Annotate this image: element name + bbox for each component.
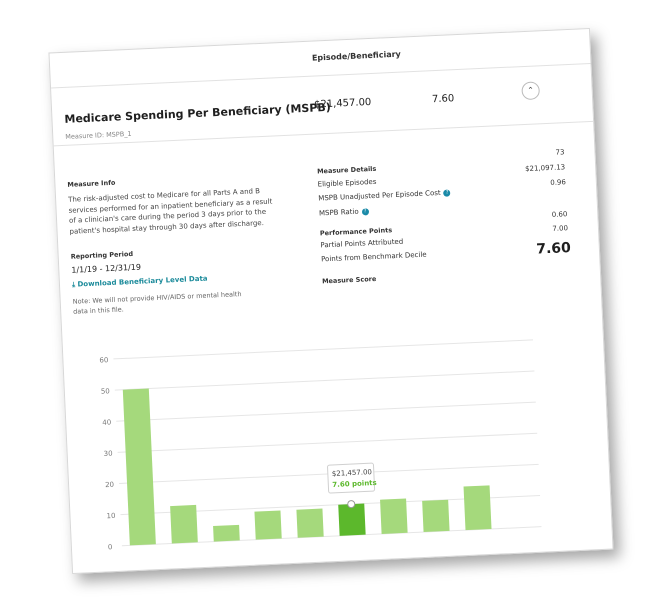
- gridline: [117, 432, 538, 453]
- y-tick-label: 50: [101, 387, 110, 395]
- y-tick-label: 20: [105, 481, 114, 489]
- measure-details-label: Measure Details: [316, 164, 377, 176]
- column-header-episode: Episode/Beneficiary: [311, 49, 401, 63]
- chart-bar-3[interactable]: [213, 524, 240, 542]
- measure-title: Medicare Spending Per Beneficiary (MSPB): [64, 100, 332, 126]
- mspb-card: Episode/Beneficiary Medicare Spending Pe…: [48, 27, 614, 575]
- chart-bar-9[interactable]: [463, 485, 492, 531]
- mspb-ratio-label: MSPB Ratio: [318, 207, 359, 218]
- divider: [53, 120, 594, 147]
- performance-points-label: Performance Points: [319, 226, 393, 238]
- reporting-period-value: 1/1/19 - 12/31/19: [71, 262, 142, 275]
- chevron-up-icon: ⌃: [527, 85, 535, 95]
- unadjusted-cost-value: $21,097.13: [524, 163, 566, 174]
- episode-cost-chart: 0102030405060 $21,457.007.60 points: [99, 339, 542, 551]
- chart-bar-5[interactable]: [296, 508, 324, 538]
- gridline: [114, 370, 535, 391]
- info-icon[interactable]: ?: [443, 188, 451, 197]
- measure-score-label: Measure Score: [321, 274, 377, 286]
- download-icon: ⤓: [71, 280, 76, 289]
- chart-bar-6[interactable]: [338, 503, 366, 536]
- chart-bar-4[interactable]: [254, 510, 282, 540]
- y-tick-label: 60: [99, 356, 108, 364]
- measure-score-value: 7.60: [535, 240, 572, 258]
- highlight-marker: [347, 500, 356, 509]
- benchmark-points-label: Points from Benchmark Decile: [320, 250, 427, 264]
- mspb-ratio-value: 0.96: [550, 178, 567, 187]
- y-tick-label: 10: [106, 512, 115, 520]
- y-tick-label: 30: [104, 450, 113, 458]
- mspb-ratio-row: MSPB Ratio?: [319, 207, 369, 217]
- download-link-label: Download Beneficiary Level Data: [77, 274, 208, 289]
- gridline: [113, 339, 533, 360]
- partial-points-label: Partial Points Attributed: [320, 237, 404, 250]
- partial-points-value: 0.60: [551, 210, 568, 219]
- measure-id: Measure ID: MSPB_1: [65, 129, 132, 141]
- info-icon[interactable]: ?: [361, 207, 369, 216]
- measure-description: The risk-adjusted cost to Medicare for a…: [67, 187, 273, 236]
- collapse-button[interactable]: ⌃: [521, 81, 541, 101]
- summary-score: 7.60: [431, 93, 455, 106]
- eligible-episodes-label: Eligible Episodes: [317, 177, 377, 189]
- summary-cost: $21,457.00: [313, 96, 372, 111]
- benchmark-points-value: 7.00: [552, 224, 569, 233]
- chart-bar-2[interactable]: [170, 504, 198, 544]
- y-tick-label: 0: [108, 543, 113, 551]
- unadjusted-cost-row: MSPB Unadjusted Per Episode Cost?: [318, 188, 451, 202]
- eligible-episodes-value: 73: [555, 148, 565, 157]
- reporting-period-label: Reporting Period: [70, 249, 134, 261]
- chart-bar-1[interactable]: [122, 388, 156, 546]
- measure-info-label: Measure Info: [67, 178, 116, 189]
- y-tick-label: 40: [102, 418, 111, 426]
- divider: [51, 62, 591, 89]
- gridline: [116, 401, 536, 422]
- chart-bar-8[interactable]: [422, 499, 450, 533]
- download-note: Note: We will not provide HIV/AIDS or me…: [72, 290, 242, 316]
- unadjusted-cost-label: MSPB Unadjusted Per Episode Cost: [318, 188, 441, 203]
- download-beneficiary-link[interactable]: ⤓ Download Beneficiary Level Data: [72, 275, 208, 290]
- chart-bar-7[interactable]: [380, 498, 408, 534]
